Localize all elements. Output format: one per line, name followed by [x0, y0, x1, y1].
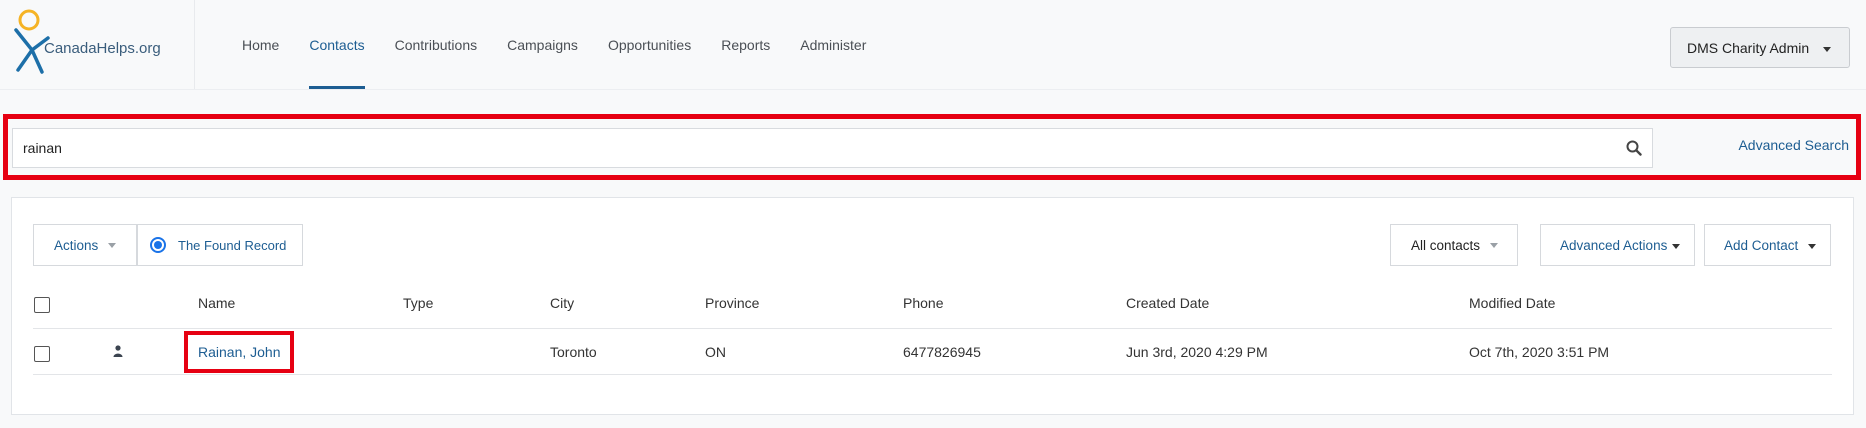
- chevron-down-icon: [1808, 244, 1816, 249]
- contacts-panel: Actions The Found Record All contacts Ad…: [11, 197, 1854, 415]
- cell-created-date: Jun 3rd, 2020 4:29 PM: [1126, 344, 1268, 360]
- main-nav: Home Contacts Contributions Campaigns Op…: [227, 0, 881, 89]
- column-header-created-date[interactable]: Created Date: [1126, 295, 1209, 311]
- found-record-label: The Found Record: [178, 237, 287, 253]
- cell-modified-date: Oct 7th, 2020 3:51 PM: [1469, 344, 1610, 360]
- cell-province: ON: [705, 344, 726, 360]
- chevron-down-icon: [1823, 47, 1831, 52]
- actions-label: Actions: [54, 237, 99, 253]
- logo-text: CanadaHelps.org: [44, 40, 161, 57]
- chevron-down-icon: [1672, 244, 1680, 249]
- logo[interactable]: CanadaHelps.org: [0, 0, 195, 89]
- search-input[interactable]: [13, 129, 1652, 167]
- column-header-modified-date[interactable]: Modified Date: [1469, 295, 1555, 311]
- contact-filter-dropdown[interactable]: All contacts: [1390, 224, 1518, 266]
- column-header-phone[interactable]: Phone: [903, 295, 943, 311]
- user-menu-label: DMS Charity Admin: [1687, 39, 1810, 56]
- actions-button[interactable]: Actions: [33, 224, 137, 266]
- found-record-toggle[interactable]: The Found Record: [137, 224, 303, 266]
- search-box: [12, 128, 1653, 168]
- user-menu-button[interactable]: DMS Charity Admin: [1670, 27, 1850, 68]
- search-icon[interactable]: [1626, 140, 1642, 156]
- select-all-checkbox[interactable]: [34, 297, 50, 313]
- advanced-search-link[interactable]: Advanced Search: [1738, 137, 1849, 153]
- table-divider: [33, 374, 1832, 375]
- contact-name-link[interactable]: Rainan, John: [198, 344, 281, 360]
- column-header-province[interactable]: Province: [705, 295, 759, 311]
- contact-filter-label: All contacts: [1411, 237, 1481, 253]
- chevron-down-icon: [1490, 242, 1499, 248]
- column-header-name[interactable]: Name: [198, 295, 235, 311]
- top-header: CanadaHelps.org Home Contacts Contributi…: [0, 0, 1866, 90]
- nav-contacts[interactable]: Contacts: [294, 0, 379, 89]
- column-header-city[interactable]: City: [550, 295, 574, 311]
- row-checkbox[interactable]: [34, 346, 50, 362]
- nav-reports[interactable]: Reports: [706, 0, 785, 89]
- nav-opportunities[interactable]: Opportunities: [593, 0, 706, 89]
- nav-administer[interactable]: Administer: [785, 0, 881, 89]
- nav-campaigns[interactable]: Campaigns: [492, 0, 593, 89]
- cell-city: Toronto: [550, 344, 597, 360]
- advanced-actions-button[interactable]: Advanced Actions: [1540, 224, 1695, 266]
- radio-selected-icon[interactable]: [150, 237, 166, 253]
- cell-phone: 6477826945: [903, 344, 981, 360]
- column-header-type[interactable]: Type: [403, 295, 433, 311]
- nav-home[interactable]: Home: [227, 0, 294, 89]
- add-contact-label: Add Contact: [1724, 237, 1799, 253]
- person-icon: [113, 345, 123, 357]
- chevron-down-icon: [108, 242, 117, 248]
- add-contact-button[interactable]: Add Contact: [1704, 224, 1831, 266]
- nav-contributions[interactable]: Contributions: [380, 0, 493, 89]
- table-divider: [33, 328, 1832, 329]
- advanced-actions-label: Advanced Actions: [1560, 237, 1668, 253]
